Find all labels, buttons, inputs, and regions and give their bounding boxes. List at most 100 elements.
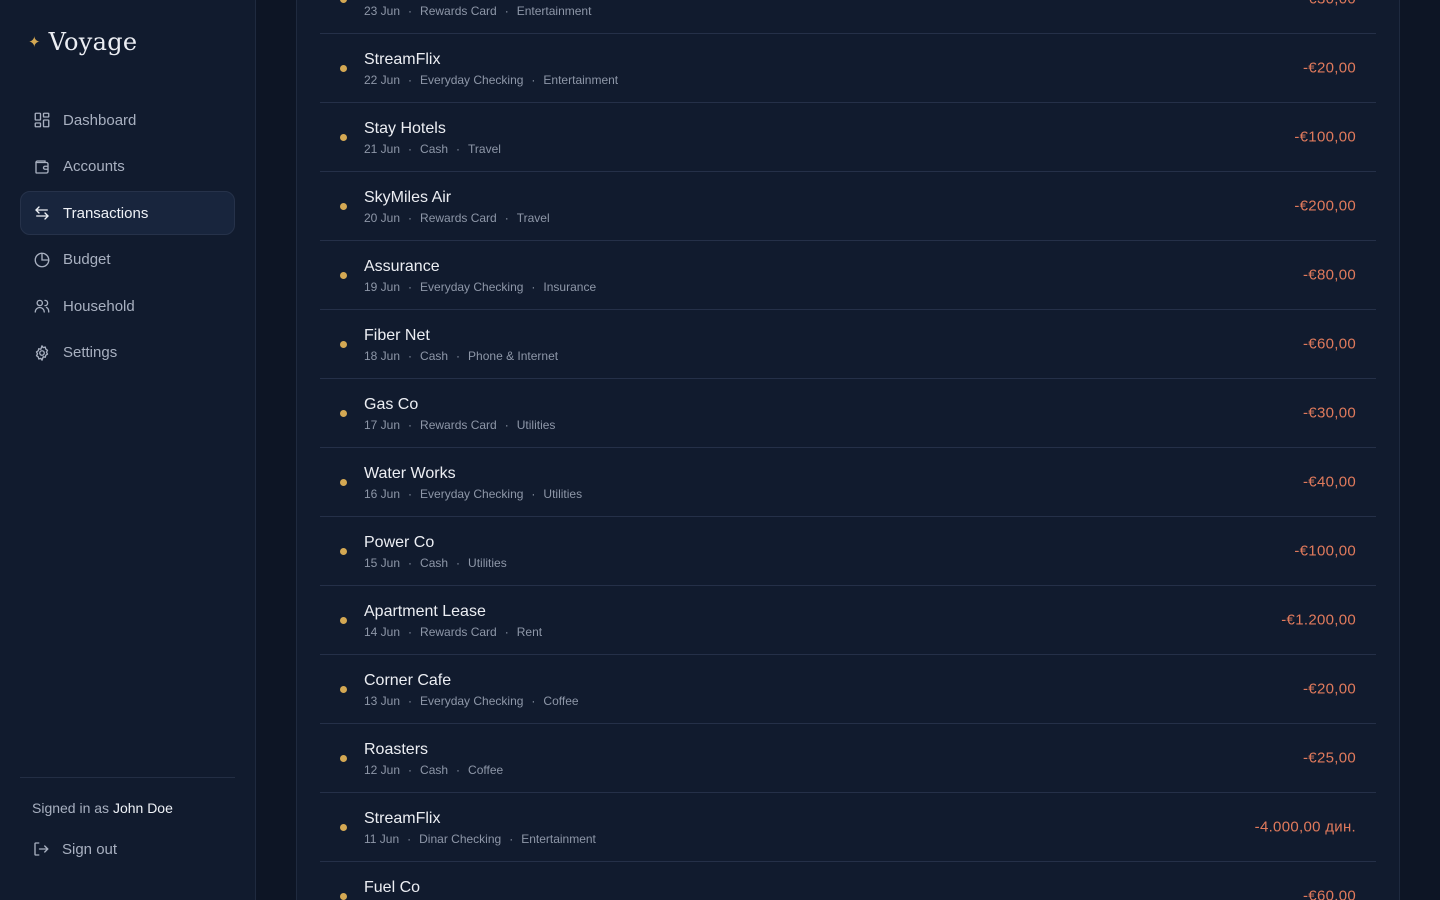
transaction-merchant: Apartment Lease (364, 603, 486, 620)
transaction-merchant: StreamFlix (364, 51, 441, 68)
users-icon (34, 299, 50, 313)
sidebar-item-accounts[interactable]: Accounts (20, 145, 235, 189)
sidebar-nav: Dashboard Accounts Transactions Budget H… (20, 98, 235, 377)
meta-separator: · (531, 73, 536, 87)
sidebar-item-household[interactable]: Household (20, 284, 235, 328)
transaction-category: Coffee (468, 763, 504, 777)
transaction-row[interactable]: StreamFlix 22 Jun · Everyday Checking · Enter… (320, 34, 1376, 103)
meta-separator: · (408, 73, 413, 87)
meta-separator: · (408, 487, 413, 501)
transaction-amount: -€60,00 (1303, 335, 1356, 353)
meta-separator: · (408, 763, 413, 777)
meta-separator: · (408, 142, 413, 156)
status-dot-icon (340, 685, 347, 693)
transaction-merchant: Fuel Co (364, 879, 421, 896)
signed-in-status: Signed in as John Doe (32, 800, 173, 816)
transaction-category: Entertainment (521, 832, 596, 846)
transaction-row[interactable]: Fuel Co -€60,00 (320, 862, 1376, 900)
meta-separator: · (408, 211, 413, 225)
gear-icon (35, 344, 49, 361)
user-name: John Doe (112, 800, 173, 816)
meta-separator: · (408, 4, 413, 18)
transaction-merchant: Fiber Net (364, 327, 430, 344)
transaction-amount: -€20,00 (1303, 59, 1356, 77)
transaction-amount: -€25,00 (1303, 749, 1356, 767)
transaction-row[interactable]: Assurance 19 Jun · Everyday Checking · Insura… (320, 241, 1376, 310)
transaction-row[interactable]: SkyMiles Air 20 Jun · Rewards Card · Travel -€… (320, 172, 1376, 241)
transaction-merchant: Stay Hotels (364, 120, 446, 137)
transaction-meta: 23 Jun · Rewards Card · Entertainment (364, 4, 591, 18)
transaction-date: 16 Jun (364, 487, 401, 501)
transaction-meta: 17 Jun · Rewards Card · Utilities (364, 418, 555, 432)
transaction-category: Insurance (543, 280, 597, 294)
sidebar-item-label: Settings (63, 344, 118, 361)
status-dot-icon (340, 340, 347, 348)
transaction-account: Rewards Card (420, 418, 497, 432)
transfer-icon (35, 206, 49, 220)
meta-separator: · (408, 694, 413, 708)
status-dot-icon (340, 202, 347, 210)
sidebar-item-transactions[interactable]: Transactions (20, 191, 235, 235)
transaction-amount: -€100,00 (1294, 542, 1356, 560)
transaction-meta: 15 Jun · Cash · Utilities (364, 556, 507, 570)
transaction-account: Everyday Checking (420, 73, 524, 87)
transaction-date: 21 Jun (364, 142, 401, 156)
sign-out-label: Sign out (62, 840, 118, 858)
sidebar-item-settings[interactable]: Settings (20, 331, 235, 375)
meta-separator: · (504, 211, 509, 225)
transaction-account: Everyday Checking (420, 280, 524, 294)
transaction-row[interactable]: Power Co 15 Jun · Cash · Utilities -€100,00 (320, 517, 1376, 586)
status-dot-icon (340, 754, 347, 762)
transaction-category: Utilities (543, 487, 583, 501)
transaction-list: 23 Jun · Rewards Card · Entertainment -€30,00… (320, 0, 1376, 900)
sidebar-item-dashboard[interactable]: Dashboard (20, 98, 235, 142)
transaction-merchant: Roasters (364, 741, 429, 758)
transaction-row[interactable]: StreamFlix 11 Jun · Dinar Checking · Entertai… (320, 793, 1376, 862)
status-dot-icon (340, 478, 347, 486)
meta-separator: · (509, 832, 514, 846)
transaction-row[interactable]: Stay Hotels 21 Jun · Cash · Travel -€100,00 (320, 103, 1376, 172)
transaction-date: 20 Jun (364, 211, 401, 225)
meta-separator: · (408, 349, 413, 363)
sign-out-button[interactable]: Sign out (32, 840, 117, 858)
meta-separator: · (504, 418, 509, 432)
transaction-merchant: Corner Cafe (364, 672, 452, 689)
transaction-amount: -€40,00 (1303, 473, 1356, 491)
transaction-amount: -€200,00 (1294, 197, 1356, 215)
meta-separator: · (531, 694, 536, 708)
sidebar-item-label: Household (63, 297, 135, 315)
brand-name: Voyage (48, 28, 138, 56)
transaction-row[interactable]: Roasters 12 Jun · Cash · Coffee -€25,00 (320, 724, 1376, 793)
transaction-account: Everyday Checking (420, 694, 524, 708)
meta-separator: · (408, 280, 413, 294)
transaction-row[interactable]: 23 Jun · Rewards Card · Entertainment -€30,00 (320, 0, 1376, 34)
transaction-row[interactable]: Corner Cafe 13 Jun · Everyday Checking · Coff… (320, 655, 1376, 724)
transaction-date: 22 Jun (364, 73, 401, 87)
transaction-row[interactable]: Fiber Net 18 Jun · Cash · Phone & Internet -€6… (320, 310, 1376, 379)
transaction-row[interactable]: Water Works 16 Jun · Everyday Checking · Util… (320, 448, 1376, 517)
transaction-meta: 18 Jun · Cash · Phone & Internet (364, 349, 558, 363)
transaction-category: Entertainment (516, 4, 592, 18)
dashboard-icon (34, 112, 50, 128)
transaction-date: 18 Jun (364, 349, 401, 363)
transaction-date: 19 Jun (364, 280, 401, 294)
transaction-meta: 14 Jun · Rewards Card · Rent (364, 625, 542, 639)
sidebar-item-label: Transactions (63, 204, 149, 222)
transaction-row[interactable]: Apartment Lease 14 Jun · Rewards Card · Rent -… (320, 586, 1376, 655)
transaction-category: Utilities (516, 418, 556, 432)
transaction-category: Entertainment (543, 73, 619, 87)
meta-separator: · (407, 832, 412, 846)
transaction-meta: 19 Jun · Everyday Checking · Insurance (364, 280, 596, 294)
sidebar-item-budget[interactable]: Budget (20, 238, 235, 282)
meta-separator: · (504, 625, 509, 639)
transaction-meta: 20 Jun · Rewards Card · Travel (364, 211, 550, 225)
transaction-meta: 16 Jun · Everyday Checking · Utilities (364, 487, 582, 501)
transaction-meta: 11 Jun · Dinar Checking · Entertainment (364, 832, 596, 846)
transaction-account: Rewards Card (420, 211, 497, 225)
brand-logo[interactable]: ✦ Voyage (28, 28, 137, 56)
signed-in-prefix: Signed in as (32, 800, 110, 816)
transaction-row[interactable]: Gas Co 17 Jun · Rewards Card · Utilities -€30,… (320, 379, 1376, 448)
meta-separator: · (456, 556, 461, 570)
pie-chart-icon (34, 252, 50, 267)
transaction-meta: 12 Jun · Cash · Coffee (364, 763, 503, 777)
